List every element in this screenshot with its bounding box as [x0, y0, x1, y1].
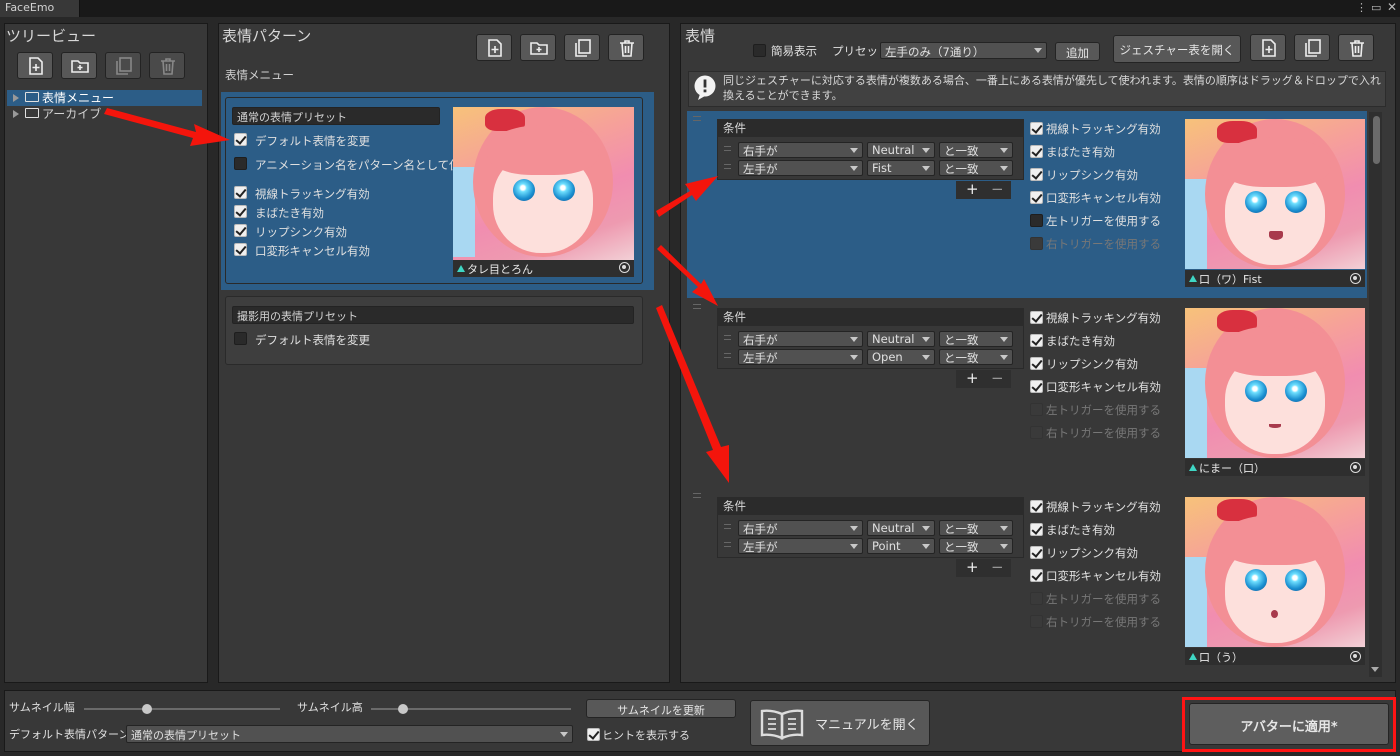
- annotation-arrows: [104, 108, 729, 483]
- arrow-to-expression-1: [656, 176, 718, 217]
- arrow-to-expression-3: [656, 305, 729, 483]
- arrow-to-default-checkbox: [104, 108, 230, 146]
- arrow-to-expression-2: [657, 245, 718, 306]
